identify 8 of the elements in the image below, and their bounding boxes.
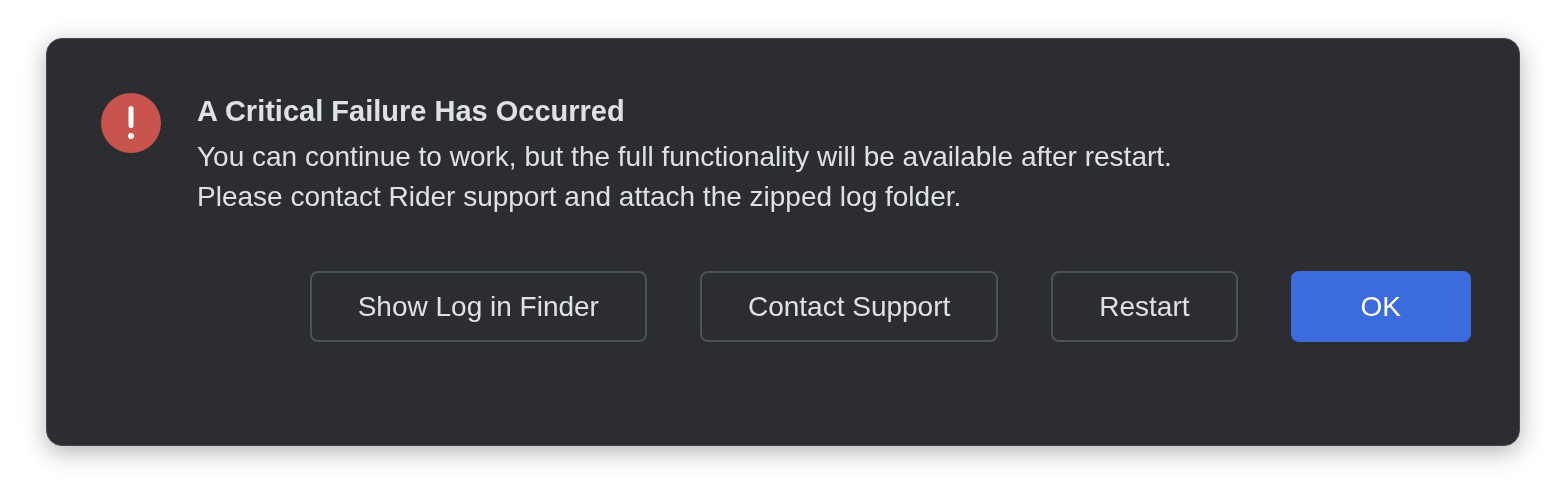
message-text: You can continue to work, but the full functionality will be available after restart.	[197, 140, 1172, 174]
dialog-button[interactable]: Show Log in Finder	[309, 271, 647, 342]
dialog-button[interactable]: Restart	[1051, 271, 1238, 342]
error-icon	[101, 93, 161, 153]
dialog-button[interactable]: Contact Support	[699, 271, 999, 342]
ok-button[interactable]: OK	[1290, 271, 1471, 342]
dialog-title: A Critical Failure Has Occurred	[197, 94, 626, 129]
message-text: Please contact Rider support and attach the zipped log folder.	[197, 180, 963, 214]
